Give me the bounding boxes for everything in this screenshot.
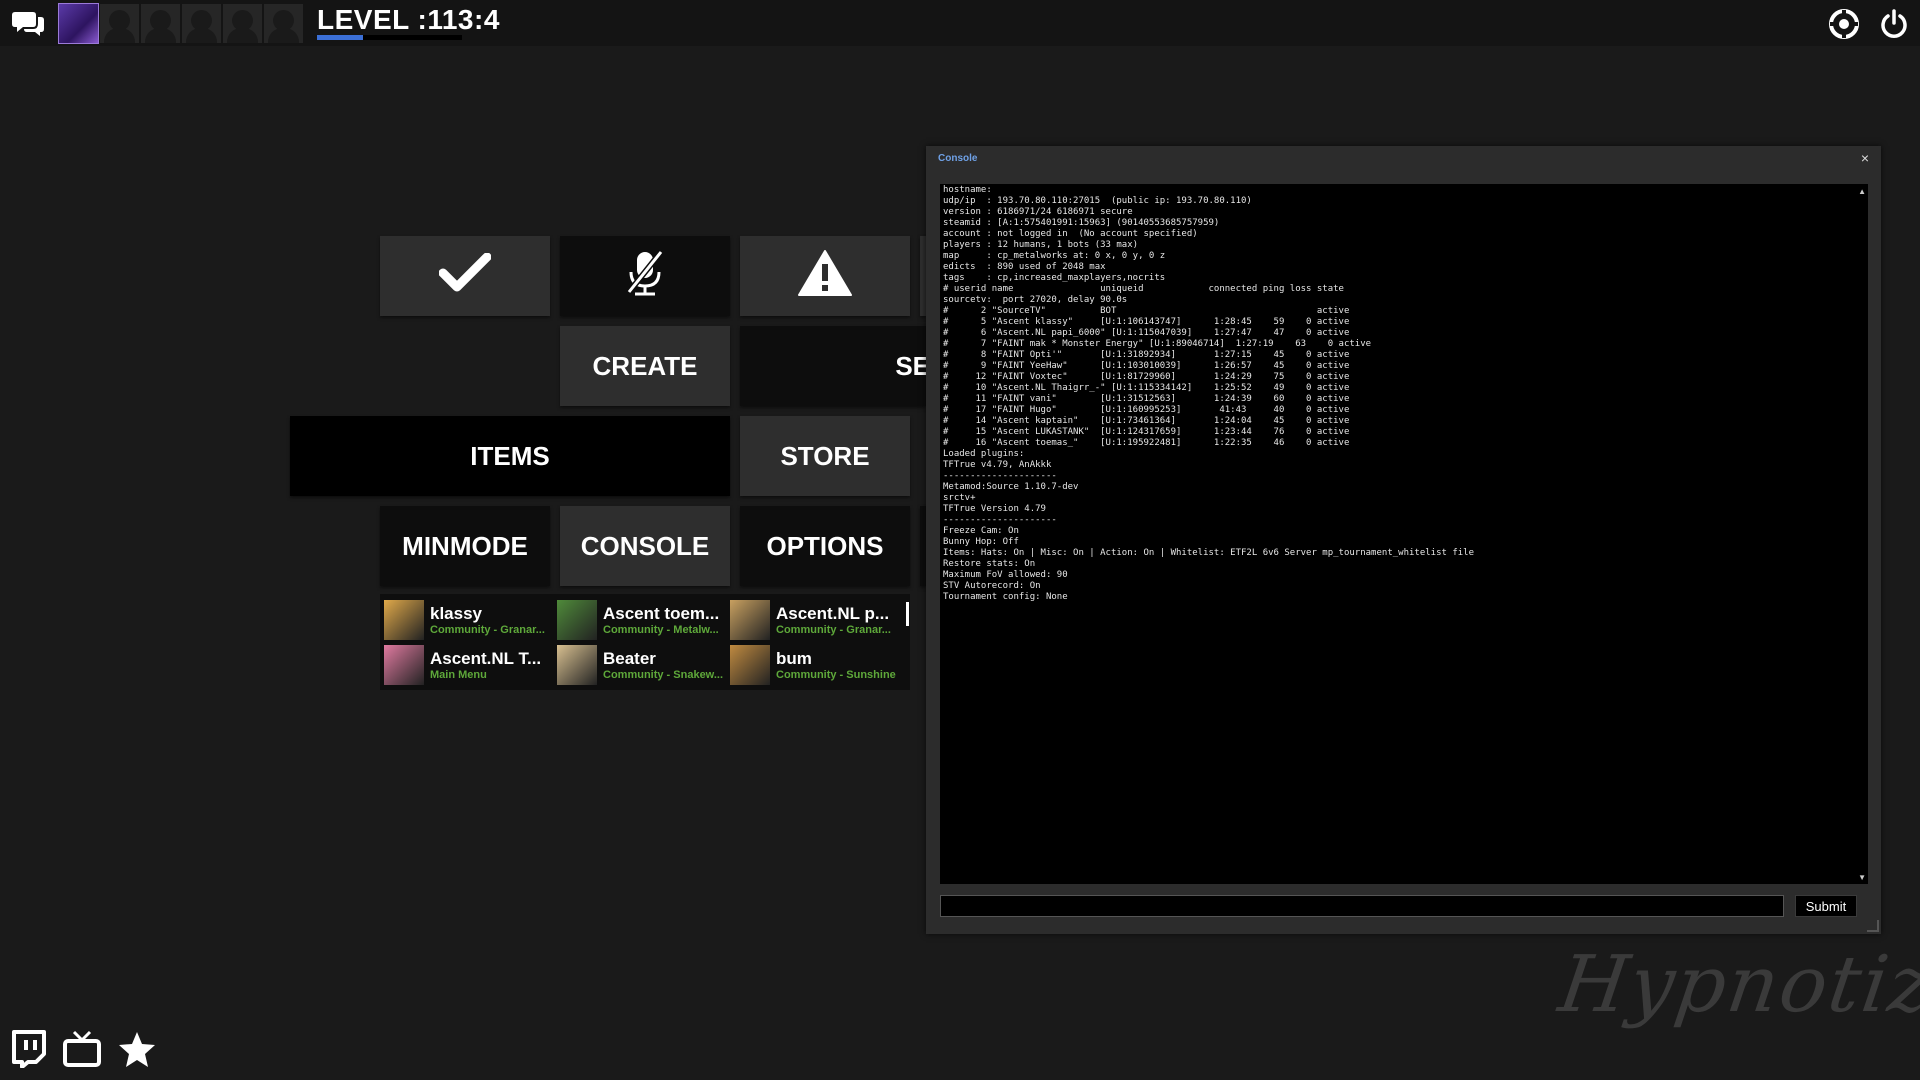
servers-button[interactable]: SE: [740, 326, 926, 406]
friend-avatar: [557, 600, 597, 640]
friend-entry[interactable]: Beater Community - Snakew...: [557, 643, 727, 687]
items-label: ITEMS: [470, 440, 550, 471]
friends-online-panel: klassy Community - Granar... Ascent toem…: [380, 594, 910, 690]
friend-name: Ascent.NL T...: [430, 649, 542, 668]
friend-entry[interactable]: Ascent.NL T... Main Menu: [384, 643, 554, 687]
friend-avatar: [730, 645, 770, 685]
muted-microphone-icon: [623, 248, 667, 305]
console-command-input[interactable]: [940, 895, 1784, 917]
friend-status: Community - Granar...: [776, 624, 891, 636]
support-icon[interactable]: [1826, 6, 1862, 42]
close-icon[interactable]: ×: [1857, 150, 1873, 166]
empty-party-slot[interactable]: [182, 4, 221, 43]
report-button[interactable]: [740, 236, 910, 316]
friend-entry[interactable]: Ascent toem... Community - Metalw...: [557, 598, 727, 642]
hud-watermark: Hypnotize: [1553, 940, 1920, 1030]
empty-party-slot[interactable]: [264, 4, 303, 43]
empty-party-slot[interactable]: [100, 4, 139, 43]
empty-party-slot[interactable]: [223, 4, 262, 43]
options-label: OPTIONS: [766, 530, 884, 561]
friend-avatar: [730, 600, 770, 640]
servers-label: SE: [895, 350, 926, 381]
resize-handle[interactable]: [1867, 920, 1879, 932]
store-button[interactable]: STORE: [740, 416, 910, 496]
console-label: CONSOLE: [580, 530, 710, 561]
tv-icon[interactable]: [62, 1030, 102, 1073]
chat-icon[interactable]: [10, 6, 46, 40]
empty-party-slot[interactable]: [141, 4, 180, 43]
friend-status: Main Menu: [430, 669, 487, 681]
friend-avatar: [557, 645, 597, 685]
console-title: Console: [938, 153, 978, 164]
console-log-text: hostname: udp/ip : 193.70.80.110:27015 (…: [943, 185, 1475, 602]
friend-avatar: [384, 600, 424, 640]
mute-mic-button[interactable]: [560, 236, 730, 316]
power-icon[interactable]: [1876, 6, 1912, 42]
level-progress-fill: [317, 35, 364, 40]
items-button[interactable]: ITEMS: [290, 416, 730, 496]
friend-name: klassy: [430, 604, 482, 623]
friend-name: Beater: [603, 649, 656, 668]
friend-avatar: [384, 645, 424, 685]
star-icon[interactable]: [118, 1030, 156, 1073]
options-button[interactable]: OPTIONS: [740, 506, 910, 586]
party-avatar[interactable]: [58, 3, 99, 44]
create-label: CREATE: [592, 350, 698, 381]
friend-entry[interactable]: bum Community - Sunshine: [730, 643, 900, 687]
friend-name: bum: [776, 649, 812, 668]
warning-icon: [797, 248, 853, 305]
console-output[interactable]: hostname: udp/ip : 193.70.80.110:27015 (…: [940, 184, 1868, 884]
minmode-button[interactable]: MINMODE: [380, 506, 550, 586]
console-button[interactable]: CONSOLE: [560, 506, 730, 586]
store-label: STORE: [780, 440, 870, 471]
twitch-icon[interactable]: [10, 1030, 46, 1073]
level-progress-bar: [317, 35, 462, 40]
friend-entry[interactable]: Ascent.NL p... Community - Granar...: [730, 598, 900, 642]
console-window: Console × hostname: udp/ip : 193.70.80.1…: [926, 146, 1881, 934]
level-label: LEVEL :113:4: [317, 4, 500, 35]
friends-scrollbar[interactable]: [906, 602, 909, 626]
top-bar: LEVEL :113:4: [0, 0, 1920, 46]
create-button[interactable]: CREATE: [560, 326, 730, 406]
friend-status: Community - Sunshine: [776, 669, 896, 681]
friend-status: Community - Metalw...: [603, 624, 719, 636]
checkmark-icon: [438, 252, 492, 300]
ready-button[interactable]: [380, 236, 550, 316]
friend-status: Community - Granar...: [430, 624, 545, 636]
friend-name: Ascent toem...: [603, 604, 720, 623]
submit-button[interactable]: Submit: [1795, 895, 1857, 917]
friend-name: Ascent.NL p...: [776, 604, 890, 623]
scroll-up-arrow-icon[interactable]: ▲: [1858, 187, 1866, 196]
minmode-label: MINMODE: [402, 530, 528, 561]
friend-status: Community - Snakew...: [603, 669, 724, 681]
party-slots: [58, 3, 303, 44]
friend-entry[interactable]: klassy Community - Granar...: [384, 598, 554, 642]
bottom-icon-bar: [10, 1030, 156, 1073]
scroll-down-arrow-icon[interactable]: ▼: [1858, 873, 1866, 882]
